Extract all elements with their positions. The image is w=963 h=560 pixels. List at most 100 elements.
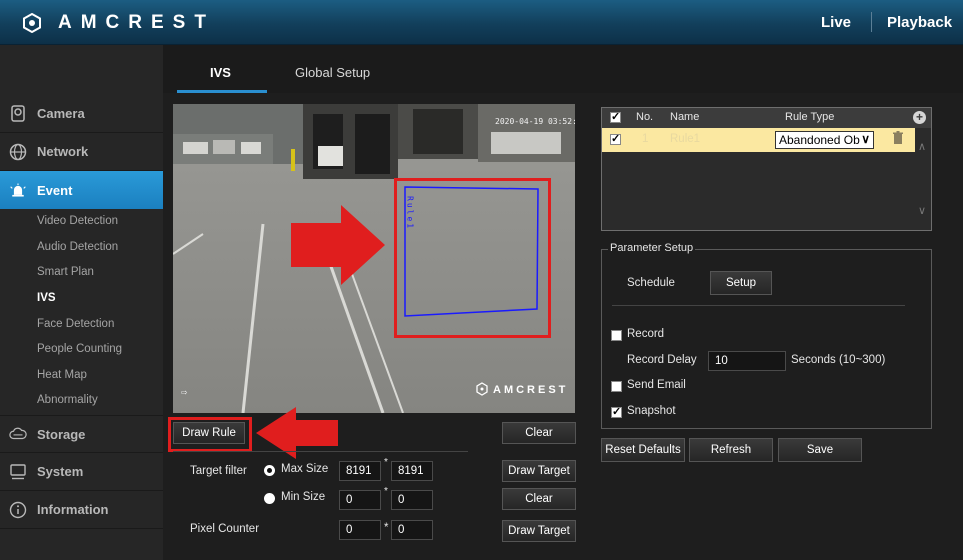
delete-rule-icon[interactable] bbox=[892, 131, 904, 145]
divider bbox=[173, 451, 468, 452]
scroll-down-icon[interactable]: ∨ bbox=[918, 204, 926, 217]
nav-playback[interactable]: Playback bbox=[887, 14, 952, 31]
sidebar-item-storage[interactable]: Storage bbox=[0, 415, 163, 453]
min-height-field[interactable]: 0 bbox=[391, 490, 433, 510]
record-delay-field[interactable]: 10 bbox=[708, 351, 786, 371]
table-row[interactable]: 1 Rule1 Abandoned Ob ∨ bbox=[602, 128, 915, 152]
rule-row-no: 1 bbox=[642, 133, 649, 145]
col-name: Name bbox=[670, 111, 700, 123]
draw-target-max-button[interactable]: Draw Target bbox=[502, 460, 576, 482]
tab-global-setup[interactable]: Global Setup bbox=[295, 65, 370, 80]
max-height-field[interactable]: 8191 bbox=[391, 461, 433, 481]
sidebar-subitem-audio-detection[interactable]: Audio Detection bbox=[37, 241, 118, 253]
sidebar-item-label: Storage bbox=[37, 426, 86, 442]
rule-row-name[interactable]: Rule1 bbox=[670, 133, 700, 145]
col-rule-type: Rule Type bbox=[785, 111, 835, 123]
alarm-icon bbox=[9, 181, 27, 199]
sidebar-subitem-people-counting[interactable]: People Counting bbox=[37, 343, 122, 355]
scroll-up-icon[interactable]: ∧ bbox=[918, 140, 926, 153]
record-delay-units: Seconds (10~300) bbox=[791, 354, 886, 366]
tab-bar: IVS Global Setup bbox=[163, 45, 963, 93]
info-icon bbox=[9, 501, 27, 519]
record-checkbox[interactable] bbox=[611, 330, 622, 341]
min-width-field[interactable]: 0 bbox=[339, 490, 381, 510]
schedule-setup-button[interactable]: Setup bbox=[710, 271, 772, 295]
video-corner-marker: ⇨ bbox=[181, 388, 188, 397]
min-size-radio[interactable] bbox=[264, 493, 275, 504]
sidebar-item-system[interactable]: System bbox=[0, 453, 163, 491]
sidebar-item-label: Network bbox=[37, 144, 89, 159]
logo-mark-icon bbox=[23, 13, 41, 33]
record-delay-label: Record Delay bbox=[627, 354, 697, 366]
nav-divider bbox=[871, 12, 872, 32]
sidebar-item-event[interactable]: Event bbox=[0, 171, 180, 209]
parameter-setup-legend: Parameter Setup bbox=[608, 242, 696, 254]
max-size-separator: * bbox=[384, 457, 388, 468]
camera-icon bbox=[9, 104, 27, 123]
cloud-icon bbox=[9, 425, 27, 443]
pixel-width-field[interactable]: 0 bbox=[339, 520, 381, 540]
schedule-label: Schedule bbox=[627, 277, 675, 289]
brand-logo: AMCREST bbox=[22, 11, 215, 35]
sidebar-item-label: Information bbox=[37, 502, 109, 517]
max-size-label: Max Size bbox=[281, 463, 329, 475]
sidebar-subitem-smart-plan[interactable]: Smart Plan bbox=[37, 266, 94, 278]
active-tab-indicator bbox=[177, 90, 267, 93]
sidebar-subitem-ivs[interactable]: IVS bbox=[37, 292, 56, 304]
app-window: AMCREST Live Playback Camera Network Eve… bbox=[0, 0, 963, 560]
sidebar: Camera Network Event Video Detection Aud… bbox=[0, 45, 180, 560]
clear-rule-button[interactable]: Clear bbox=[502, 422, 576, 444]
min-size-label: Min Size bbox=[281, 491, 326, 503]
rules-table-header: No. Name Rule Type + bbox=[602, 108, 931, 128]
sidebar-item-label: Camera bbox=[37, 106, 85, 121]
clear-target-button[interactable]: Clear bbox=[502, 488, 576, 510]
main-panel: IVS Global Setup 2020-04-19 03:52 Rule1 … bbox=[163, 45, 963, 560]
monitor-icon bbox=[9, 463, 27, 481]
arrow-right-icon bbox=[291, 205, 385, 285]
sidebar-subitem-abnormality[interactable]: Abnormality bbox=[37, 394, 98, 406]
logo-text: AMCREST bbox=[58, 12, 215, 33]
save-button[interactable]: Save bbox=[778, 438, 862, 462]
rules-table: No. Name Rule Type + 1 Rule1 Abandoned O… bbox=[601, 107, 932, 231]
globe-icon bbox=[9, 143, 27, 161]
pixel-height-field[interactable]: 0 bbox=[391, 520, 433, 540]
target-filter-label: Target filter bbox=[190, 465, 247, 477]
divider bbox=[612, 305, 905, 306]
sidebar-item-network[interactable]: Network bbox=[0, 133, 163, 171]
add-rule-icon[interactable]: + bbox=[913, 111, 926, 124]
snapshot-checkbox[interactable] bbox=[611, 405, 622, 418]
pixel-counter-label: Pixel Counter bbox=[190, 523, 260, 535]
tab-ivs[interactable]: IVS bbox=[210, 65, 231, 80]
pixel-separator: * bbox=[384, 522, 389, 534]
rule-highlight-box bbox=[394, 178, 551, 338]
sidebar-item-label: Event bbox=[37, 182, 73, 198]
sidebar-subitem-video-detection[interactable]: Video Detection bbox=[37, 215, 118, 227]
top-header: AMCREST Live Playback bbox=[0, 0, 963, 45]
select-all-checkbox[interactable] bbox=[610, 110, 621, 123]
sidebar-item-information[interactable]: Information bbox=[0, 491, 163, 529]
send-email-label: Send Email bbox=[627, 379, 686, 391]
send-email-checkbox[interactable] bbox=[611, 381, 622, 392]
snapshot-label: Snapshot bbox=[627, 405, 676, 417]
draw-target-pixel-button[interactable]: Draw Target bbox=[502, 520, 576, 542]
chevron-down-icon: ∨ bbox=[861, 132, 870, 146]
sidebar-subitem-heat-map[interactable]: Heat Map bbox=[37, 369, 87, 381]
min-size-separator: * bbox=[384, 486, 388, 497]
rule-type-value: Abandoned Ob bbox=[779, 133, 860, 147]
rule-type-select[interactable]: Abandoned Ob ∨ bbox=[775, 131, 874, 149]
nav-live[interactable]: Live bbox=[821, 14, 851, 31]
max-size-radio[interactable] bbox=[264, 465, 275, 476]
sidebar-subitem-face-detection[interactable]: Face Detection bbox=[37, 318, 114, 330]
rule-row-checkbox[interactable] bbox=[610, 132, 621, 145]
record-label: Record bbox=[627, 328, 665, 340]
video-watermark: AMCREST bbox=[493, 384, 568, 396]
sidebar-item-camera[interactable]: Camera bbox=[0, 95, 163, 133]
reset-defaults-button[interactable]: Reset Defaults bbox=[601, 438, 685, 462]
max-width-field[interactable]: 8191 bbox=[339, 461, 381, 481]
refresh-button[interactable]: Refresh bbox=[689, 438, 773, 462]
sidebar-item-label: System bbox=[37, 464, 84, 479]
rules-scrollbar[interactable]: ∧ ∨ bbox=[915, 128, 931, 230]
col-no: No. bbox=[636, 111, 654, 123]
video-timestamp: 2020-04-19 03:52:42 bbox=[495, 117, 575, 126]
draw-rule-highlight bbox=[168, 417, 252, 452]
